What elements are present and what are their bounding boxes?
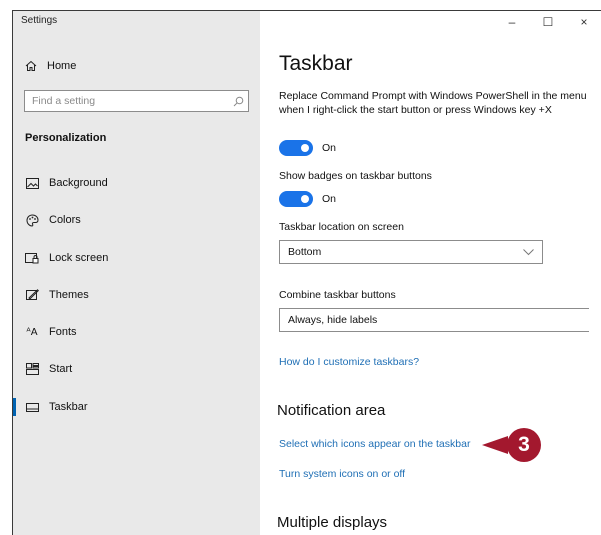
sidebar-item-background[interactable]: Background bbox=[13, 172, 260, 194]
sidebar-item-taskbar[interactable]: Taskbar bbox=[13, 396, 260, 418]
home-icon bbox=[23, 60, 39, 72]
lock-screen-icon bbox=[24, 252, 40, 264]
sidebar-item-colors[interactable]: Colors bbox=[13, 209, 260, 231]
window-controls: – ☐ × bbox=[494, 11, 601, 33]
toggle-knob bbox=[301, 144, 309, 152]
location-select[interactable]: Bottom bbox=[279, 240, 543, 264]
chevron-down-icon bbox=[522, 246, 534, 258]
fonts-icon: ᴬA bbox=[26, 326, 38, 338]
badges-label: Show badges on taskbar buttons bbox=[279, 170, 432, 182]
powershell-toggle-row[interactable]: On bbox=[279, 140, 336, 156]
image-icon bbox=[24, 177, 40, 189]
window-title: Settings bbox=[21, 15, 58, 26]
combine-label: Combine taskbar buttons bbox=[279, 289, 396, 301]
toggle-knob bbox=[301, 195, 309, 203]
nav-home-label: Home bbox=[47, 60, 77, 72]
sidebar-item-lock-screen[interactable]: Lock screen bbox=[13, 247, 260, 269]
badges-toggle-row[interactable]: On bbox=[279, 191, 336, 207]
powershell-toggle-state: On bbox=[322, 142, 337, 154]
powershell-description: Replace Command Prompt with Windows Powe… bbox=[279, 90, 587, 116]
sidebar-item-label: Colors bbox=[49, 214, 81, 226]
maximize-button[interactable]: ☐ bbox=[530, 11, 566, 33]
taskbar-icon bbox=[24, 402, 40, 412]
search-icon[interactable] bbox=[228, 96, 248, 107]
sidebar-item-label: Themes bbox=[49, 289, 89, 301]
sidebar-item-label: Start bbox=[49, 363, 73, 375]
badges-toggle-state: On bbox=[322, 193, 337, 205]
sidebar-item-label: Fonts bbox=[49, 326, 77, 338]
location-label: Taskbar location on screen bbox=[279, 221, 404, 233]
sidebar-item-label: Lock screen bbox=[49, 252, 109, 264]
section-title: Personalization bbox=[25, 132, 107, 144]
palette-icon bbox=[24, 213, 40, 227]
powershell-toggle[interactable] bbox=[279, 140, 313, 156]
notification-area-heading: Notification area bbox=[277, 402, 386, 419]
search-input[interactable] bbox=[25, 91, 228, 111]
customize-taskbars-link[interactable]: How do I customize taskbars? bbox=[279, 356, 419, 368]
step-callout-number: 3 bbox=[518, 433, 530, 456]
select-icons-link[interactable]: Select which icons appear on the taskbar bbox=[279, 438, 470, 450]
badges-toggle[interactable] bbox=[279, 191, 313, 207]
sidebar-item-start[interactable]: Start bbox=[13, 358, 260, 380]
sidebar-item-label: Taskbar bbox=[49, 401, 88, 413]
combine-select[interactable]: Always, hide labels bbox=[279, 308, 589, 332]
location-value: Bottom bbox=[288, 246, 322, 258]
search-box[interactable] bbox=[24, 90, 249, 112]
themes-icon bbox=[24, 289, 40, 301]
start-icon bbox=[24, 363, 40, 375]
minimize-button[interactable]: – bbox=[494, 11, 530, 33]
sidebar: Settings Home Personalization Background bbox=[13, 11, 260, 535]
sidebar-item-themes[interactable]: Themes bbox=[13, 284, 260, 306]
step-callout: 3 bbox=[482, 427, 552, 463]
sidebar-item-label: Background bbox=[49, 177, 108, 189]
nav-home[interactable]: Home bbox=[23, 58, 76, 74]
page-title: Taskbar bbox=[279, 52, 353, 75]
close-button[interactable]: × bbox=[566, 11, 601, 33]
system-icons-link[interactable]: Turn system icons on or off bbox=[279, 468, 405, 480]
multiple-displays-heading: Multiple displays bbox=[277, 514, 388, 531]
sidebar-item-fonts[interactable]: ᴬA Fonts bbox=[13, 321, 260, 343]
combine-value: Always, hide labels bbox=[288, 314, 378, 326]
